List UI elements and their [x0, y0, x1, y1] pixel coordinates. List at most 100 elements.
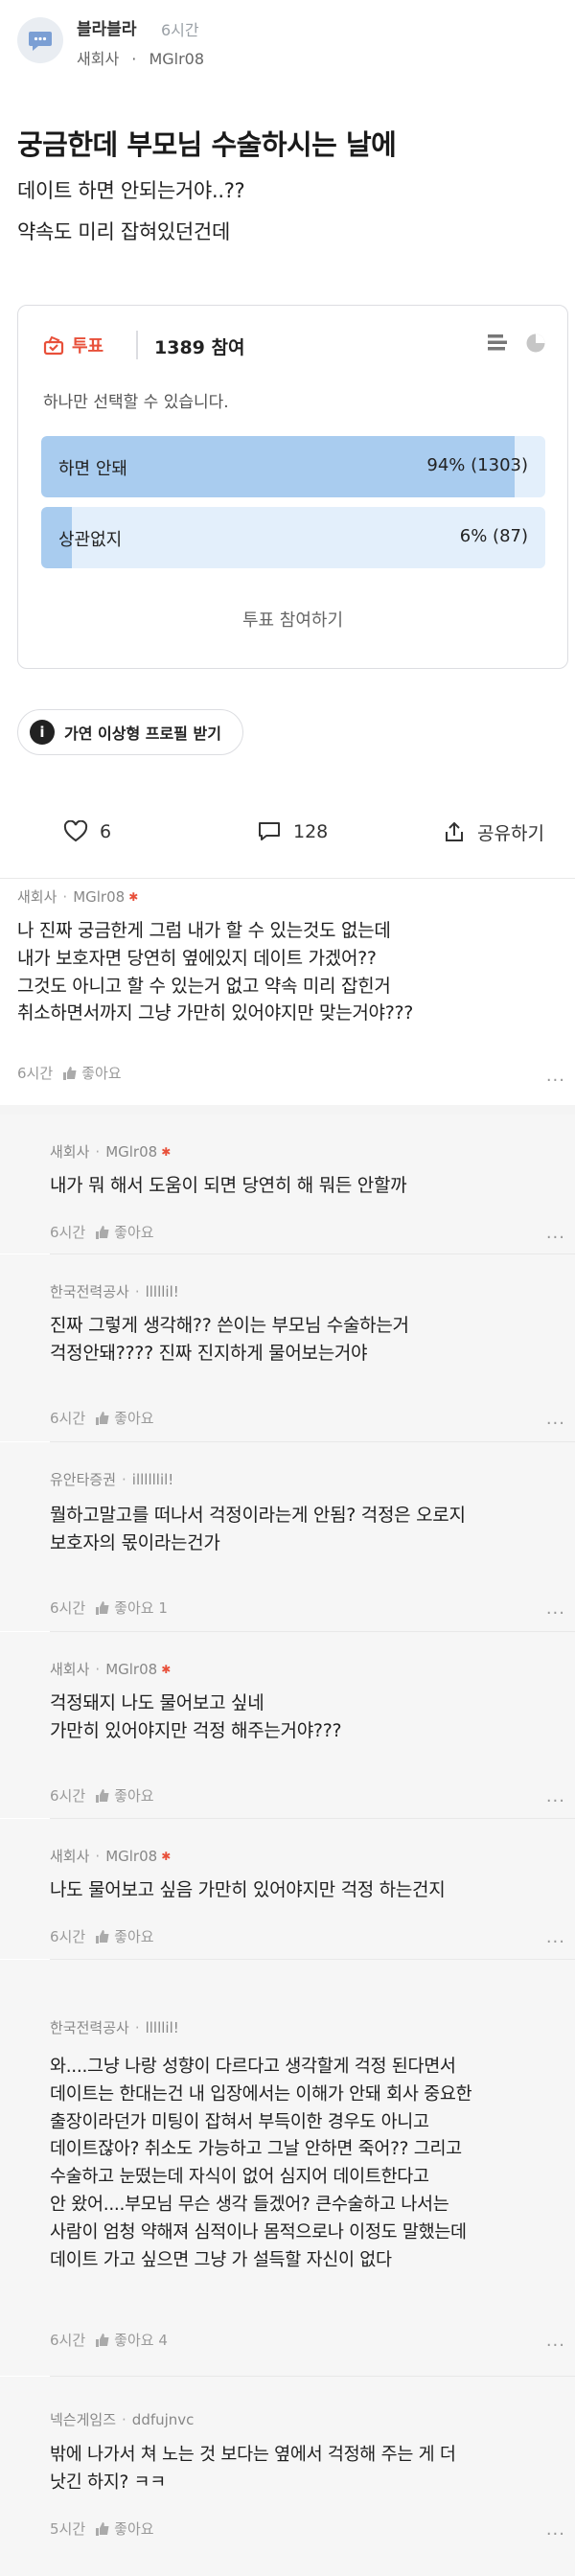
- comment-company: 한국전력공사: [50, 2019, 129, 2036]
- poll-badge-label: 투표: [72, 336, 104, 356]
- comment-line: 걱정돼지 나도 물어보고 싶네: [50, 1692, 264, 1714]
- comment-company: 새회사: [50, 1848, 90, 1865]
- comment-like-button[interactable]: 좋아요 4: [95, 2330, 168, 2350]
- post-title: 궁금한데 부모님 수술하시는 날에: [17, 128, 397, 161]
- comment-time: 6시간: [50, 1410, 86, 1427]
- post-action-bar: 6 128 공유하기: [0, 805, 575, 859]
- comment-line: 나도 물어보고 싶음 가만히 있어야지만 걱정 하는건지: [50, 1879, 446, 1900]
- poll-divider: [136, 331, 138, 359]
- comment-like-button[interactable]: 좋아요: [95, 1408, 154, 1428]
- more-options-button[interactable]: ···: [546, 1228, 565, 1248]
- thumbs-up-icon: [96, 1600, 109, 1615]
- poll-option[interactable]: 상관없지 6% (87): [41, 507, 545, 568]
- poll-participant-count: 1389 참여: [154, 337, 245, 358]
- comment-like-label: 좋아요: [114, 1928, 154, 1945]
- more-options-button[interactable]: ···: [546, 1070, 565, 1091]
- poll-option[interactable]: 하면 안돼 94% (1303): [41, 436, 545, 497]
- comment-text: 진짜 그렇게 생각해?? 쓴이는 부모님 수술하는거 걱정안돼???? 진짜 진…: [50, 1312, 409, 1368]
- comment-like-button[interactable]: 좋아요: [95, 1222, 154, 1242]
- comment-line: 나 진짜 궁금한게 그럼 내가 할 수 있는것도 없는데: [17, 920, 391, 941]
- comment-footer: 6시간 좋아요 4: [50, 2330, 168, 2350]
- author-badge-icon: ✱: [161, 1662, 172, 1676]
- info-icon: i: [30, 720, 55, 745]
- comment-line: 내가 보호자면 당연히 옆에있지 데이트 가겠어??: [17, 947, 377, 969]
- comment-company: 새회사: [17, 888, 58, 906]
- comment-text: 뭘하고말고를 떠나서 걱정이라는게 안됨? 걱정은 오로지 보호자의 몫이라는건…: [50, 1502, 466, 1557]
- comment-like-button[interactable]: 좋아요: [95, 2518, 154, 2539]
- poll-view-toggles: [487, 333, 546, 354]
- reply: 새회사 · MGlr08 ✱ 내가 뭐 해서 도움이 되면 당연히 해 뭐든 안할까…: [0, 1115, 575, 1254]
- comment-user[interactable]: MGlr08: [105, 1143, 157, 1161]
- comment-line: 수술하고 눈떴는데 자식이 없어 심지어 데이트한다고: [50, 2167, 429, 2188]
- comment-like-button[interactable]: 좋아요: [95, 1785, 154, 1806]
- profile-request-button[interactable]: i 가연 이상형 프로필 받기: [17, 709, 243, 755]
- comment-line: 낫긴 하지? ㅋㅋ: [50, 2472, 167, 2493]
- bar-list-icon[interactable]: [487, 333, 508, 352]
- comment-footer: 6시간 좋아요: [50, 1222, 154, 1242]
- poll-option-result: 94% (1303): [426, 455, 528, 475]
- comment-time: 6시간: [17, 1065, 54, 1082]
- comment-user[interactable]: MGlr08: [105, 1848, 157, 1865]
- share-icon: [446, 821, 463, 841]
- comment-footer: 6시간 좋아요 1: [50, 1598, 168, 1618]
- comment-company: 넥슨게임즈: [50, 2411, 117, 2428]
- author-name[interactable]: 블라블라: [77, 15, 137, 39]
- more-options-button[interactable]: ···: [546, 2335, 565, 2356]
- like-count: 6: [100, 821, 112, 842]
- comment-time: 6시간: [50, 1928, 86, 1945]
- comment-like-label: 좋아요: [114, 2520, 154, 2538]
- author-avatar[interactable]: [17, 17, 63, 63]
- more-options-button[interactable]: ···: [546, 1791, 565, 1811]
- comment-time: 6시간: [50, 1599, 86, 1617]
- comment-user[interactable]: MGlr08: [73, 888, 125, 906]
- comment-line: 내가 뭐 해서 도움이 되면 당연히 해 뭐든 안할까: [50, 1175, 407, 1196]
- comment-time: 6시간: [50, 1224, 86, 1241]
- poll-option-label: 상관없지: [58, 530, 123, 550]
- comment-line: 보호자의 몫이라는건가: [50, 1531, 220, 1553]
- comment-button[interactable]: 128: [257, 820, 328, 843]
- poll-card: 투표 1389 참여 하나만 선택할 수 있습니다. 하면 안돼 94% (13…: [17, 305, 568, 669]
- more-options-button[interactable]: ···: [546, 1414, 565, 1434]
- like-button[interactable]: 6: [63, 820, 111, 843]
- author-company-line: 새회사 · MGlr08: [77, 46, 204, 69]
- comment-text: 와....그냥 나랑 성향이 다르다고 생각할게 걱정 된다면서 데이트는 한대…: [50, 2054, 472, 2274]
- comment-time: 6시간: [50, 1787, 86, 1805]
- comment-user[interactable]: lllllil!: [146, 2019, 179, 2036]
- comment-line: 그것도 아니고 할 수 있는거 없고 약속 미리 잡힌거: [17, 975, 391, 997]
- thumbs-up-icon: [96, 1788, 109, 1803]
- comment-user[interactable]: lllllil!: [146, 1283, 179, 1300]
- poll-option-label: 하면 안돼: [58, 459, 127, 479]
- comment-footer: 6시간 좋아요: [50, 1408, 154, 1428]
- comment-count: 128: [293, 821, 329, 842]
- comment-like-button[interactable]: 좋아요: [95, 1926, 154, 1946]
- pie-chart-icon[interactable]: [525, 333, 546, 354]
- comment-user[interactable]: MGlr08: [105, 1661, 157, 1678]
- comment-text: 걱정돼지 나도 물어보고 싶네 가만히 있어야지만 걱정 해주는거야???: [50, 1690, 342, 1745]
- comment-user[interactable]: illllllil!: [132, 1471, 174, 1488]
- chat-bubble-icon: [29, 32, 52, 51]
- comment-user[interactable]: ddfujnvc: [132, 2411, 195, 2428]
- reply: 새회사 · MGlr08 ✱ 걱정돼지 나도 물어보고 싶네 가만히 있어야지만 걱…: [0, 1632, 575, 1818]
- post-body-line: 약속도 미리 잡혀있던건데: [17, 220, 230, 243]
- comment-time: 5시간: [50, 2520, 86, 2538]
- comment-footer: 6시간 좋아요: [17, 1063, 122, 1083]
- comment-line: 데이트잖아? 취소도 가능하고 그날 안하면 죽어?? 그리고: [50, 2139, 462, 2160]
- poll-join-button[interactable]: 투표 참여하기: [18, 607, 567, 632]
- comment-like-button[interactable]: 좋아요: [62, 1063, 122, 1083]
- comment-like-button[interactable]: 좋아요 1: [95, 1598, 168, 1618]
- comment-text: 밖에 나가서 쳐 노는 것 보다는 옆에서 걱정해 주는 게 더 낫긴 하지? …: [50, 2442, 456, 2497]
- comment-company: 한국전력공사: [50, 1283, 129, 1300]
- share-button[interactable]: 공유하기: [443, 819, 544, 845]
- author-user: MGlr08: [149, 50, 205, 68]
- comment-like-label: 좋아요: [114, 1410, 154, 1427]
- comment-line: 안 왔어....부모님 무슨 생각 들겠어? 큰수술하고 나서는: [50, 2194, 449, 2215]
- more-options-button[interactable]: ···: [546, 1603, 565, 1623]
- comment-line: 뭘하고말고를 떠나서 걱정이라는게 안됨? 걱정은 오로지: [50, 1505, 466, 1526]
- more-options-button[interactable]: ···: [546, 2524, 565, 2544]
- comment-line: 가만히 있어야지만 걱정 해주는거야???: [50, 1719, 342, 1741]
- comment-line: 밖에 나가서 쳐 노는 것 보다는 옆에서 걱정해 주는 게 더: [50, 2445, 456, 2465]
- more-options-button[interactable]: ···: [546, 1932, 565, 1952]
- reply: 한국전력공사 · lllllil! 와....그냥 나랑 성향이 다르다고 생각할…: [0, 1960, 575, 2376]
- author-company: 새회사: [77, 50, 120, 68]
- author-badge-icon: ✱: [161, 1144, 172, 1159]
